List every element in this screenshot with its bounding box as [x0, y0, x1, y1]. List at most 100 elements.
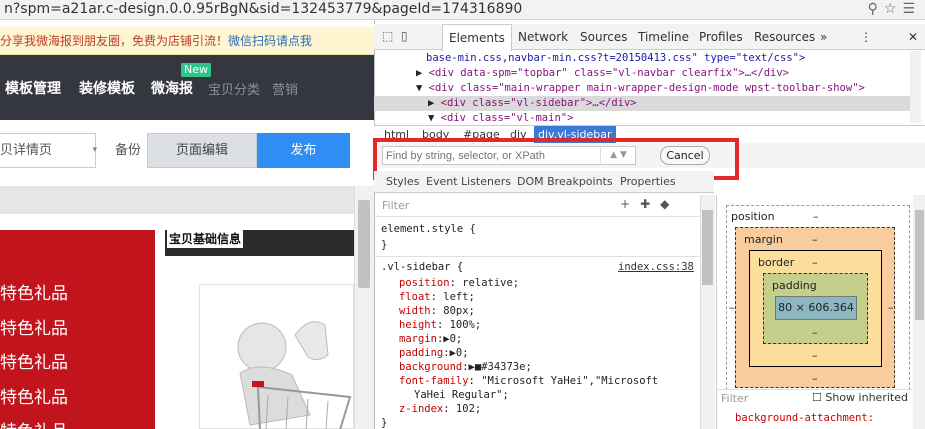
- style-property[interactable]: background:▶■#34373e;: [399, 360, 532, 374]
- nav-template-manage[interactable]: 模板管理: [5, 78, 61, 98]
- padding-label: padding: [772, 279, 817, 292]
- dom-node[interactable]: ▶ <div data-spm="topbar" class="vl-navba…: [374, 66, 921, 81]
- tab-network[interactable]: Network: [518, 24, 568, 50]
- position-label: position: [731, 210, 775, 223]
- style-property[interactable]: z-index: 102;: [399, 402, 481, 416]
- style-property[interactable]: float: left;: [399, 290, 475, 304]
- show-inherited-label: Show inherited: [825, 391, 908, 404]
- menu-icon[interactable]: ☰: [902, 1, 921, 17]
- url-text[interactable]: n?spm=a21ar.c-design.0.0.95rBgN&sid=1324…: [4, 0, 522, 18]
- style-property[interactable]: margin:▶0;: [399, 332, 462, 346]
- rule-close-brace: }: [381, 239, 388, 251]
- metrics-scrollbar-thumb[interactable]: [915, 210, 924, 320]
- address-bar[interactable]: n?spm=a21ar.c-design.0.0.95rBgN&sid=1324…: [0, 0, 925, 20]
- category-item[interactable]: 特色礼品: [0, 348, 68, 373]
- tab-profiles[interactable]: Profiles: [699, 24, 743, 50]
- element-style-selector[interactable]: element.style {: [381, 222, 476, 236]
- checkbox-icon[interactable]: ☐: [812, 391, 822, 404]
- rule-source-link[interactable]: index.css:38: [618, 260, 694, 274]
- page-select[interactable]: 贝详情页 ▾: [0, 133, 97, 168]
- devtools-tools: ⬚ ▯: [382, 29, 408, 43]
- devtools-tabbar: ⬚ ▯ Elements Network Sources Timeline Pr…: [374, 24, 925, 51]
- product-image[interactable]: [199, 284, 354, 429]
- chevron-down-icon: ▾: [92, 145, 97, 155]
- box-model-content[interactable]: 80 × 606.364: [775, 296, 857, 320]
- category-item[interactable]: 特色礼品: [0, 279, 68, 304]
- nav-marketing[interactable]: 营销: [272, 79, 298, 98]
- subtab-event-listeners[interactable]: Event Listeners: [426, 171, 511, 193]
- prop-name: width: [399, 305, 431, 317]
- style-property[interactable]: position: relative;: [399, 276, 519, 290]
- toggle-state-icon[interactable]: ◆: [660, 197, 679, 211]
- add-rule-icon[interactable]: +: [620, 197, 640, 211]
- more-tabs-icon[interactable]: »: [820, 24, 827, 50]
- publish-button[interactable]: 发布: [257, 133, 350, 168]
- dom-node-text: <div class="main-wrapper main-wrapper-de…: [428, 82, 865, 94]
- prop-name: position: [399, 277, 450, 289]
- nav-item-category[interactable]: 宝贝分类: [208, 79, 260, 98]
- page-scrollbar-thumb[interactable]: [358, 200, 370, 288]
- category-item[interactable]: 特色礼品: [0, 383, 68, 408]
- subtab-properties[interactable]: Properties: [620, 171, 676, 193]
- prop-name: font-family: [399, 375, 469, 387]
- prop-value: left;: [443, 291, 475, 303]
- star-icon[interactable]: ☆: [884, 1, 903, 17]
- computed-filter-input[interactable]: Filter: [721, 392, 748, 405]
- border-label: border: [758, 256, 795, 269]
- prop-value: 102;: [455, 403, 482, 415]
- nav-micro-poster[interactable]: 微海报: [151, 78, 193, 98]
- dom-node[interactable]: ▼ <div class="main-wrapper main-wrapper-…: [374, 81, 921, 96]
- editor-toolbar: 贝详情页 ▾ 备份 页面编辑 发布: [0, 133, 374, 170]
- expand-arrow-icon[interactable]: ▶: [428, 97, 441, 109]
- show-inherited-checkbox[interactable]: ☐ Show inherited: [812, 391, 908, 404]
- rule-selector[interactable]: .vl-sidebar {: [381, 260, 463, 274]
- style-property[interactable]: width: 80px;: [399, 304, 475, 318]
- prop-value: 80px;: [443, 305, 475, 317]
- tab-timeline[interactable]: Timeline: [638, 24, 689, 50]
- tab-sources[interactable]: Sources: [580, 24, 627, 50]
- backup-button[interactable]: 备份: [115, 133, 141, 168]
- computed-property[interactable]: background-attachment:: [735, 412, 874, 424]
- settings-icon[interactable]: ⋮: [860, 24, 872, 50]
- close-icon[interactable]: ✕: [908, 24, 918, 50]
- nav-decoration-template[interactable]: 装修模板: [79, 78, 135, 98]
- inspect-icon[interactable]: ⬚: [382, 29, 393, 43]
- subtab-dom-breakpoints[interactable]: DOM Breakpoints: [517, 171, 613, 193]
- canvas-header: [0, 186, 354, 214]
- prop-value: ▶■#34373e;: [468, 361, 532, 373]
- page-edit-button[interactable]: 页面编辑: [147, 133, 257, 168]
- style-property-continuation: YaHei Regular";: [414, 388, 509, 402]
- shopping-figure-illustration: [237, 321, 352, 429]
- style-property[interactable]: padding:▶0;: [399, 346, 469, 360]
- tab-elements[interactable]: Elements: [442, 24, 512, 51]
- prop-name: z-index: [399, 403, 444, 415]
- style-property[interactable]: font-family: "Microsoft YaHei","Microsof…: [399, 374, 658, 388]
- zoom-icon[interactable]: ⚲: [868, 1, 884, 17]
- prop-value: relative;: [462, 277, 520, 289]
- styles-filter-input[interactable]: Filter: [382, 199, 409, 212]
- styles-toolbar: +✚◆: [620, 197, 679, 211]
- device-icon[interactable]: ▯: [401, 29, 408, 43]
- category-item[interactable]: 特色礼品: [0, 417, 68, 429]
- dom-node[interactable]: ▼ <div class="vl-main">: [374, 111, 921, 126]
- dom-scrollbar[interactable]: [910, 51, 921, 123]
- subtab-styles[interactable]: Styles: [386, 171, 419, 193]
- collapse-arrow-icon[interactable]: ▼: [428, 112, 441, 124]
- prop-name: background: [399, 361, 463, 373]
- dom-node-text: <div class="vl-sidebar">…</div>: [440, 97, 637, 109]
- category-item[interactable]: 特色礼品: [0, 314, 68, 339]
- pin-icon[interactable]: ✚: [640, 197, 660, 211]
- prop-name: margin: [399, 333, 437, 345]
- tab-resources[interactable]: Resources: [754, 24, 815, 50]
- promo-link[interactable]: 微信扫码请点我: [228, 34, 312, 48]
- dom-node-selected[interactable]: ▶ <div class="vl-sidebar">…</div>: [374, 96, 921, 111]
- styles-scrollbar-thumb[interactable]: [702, 210, 713, 285]
- border-value: –: [812, 349, 818, 362]
- collapse-arrow-icon[interactable]: ▼: [416, 82, 429, 94]
- expand-arrow-icon[interactable]: ▶: [416, 67, 429, 79]
- style-property[interactable]: height: 100%;: [399, 318, 481, 332]
- promo-text: 分享我微海报到朋友圈，免费为店铺引流！微信扫码请点我: [0, 32, 312, 49]
- dom-node[interactable]: base-min.css,navbar-min.css?t=20150413.c…: [374, 51, 921, 66]
- category-panel: 特色礼品 特色礼品 特色礼品 特色礼品 特色礼品: [0, 230, 155, 429]
- margin-value: –: [812, 233, 818, 246]
